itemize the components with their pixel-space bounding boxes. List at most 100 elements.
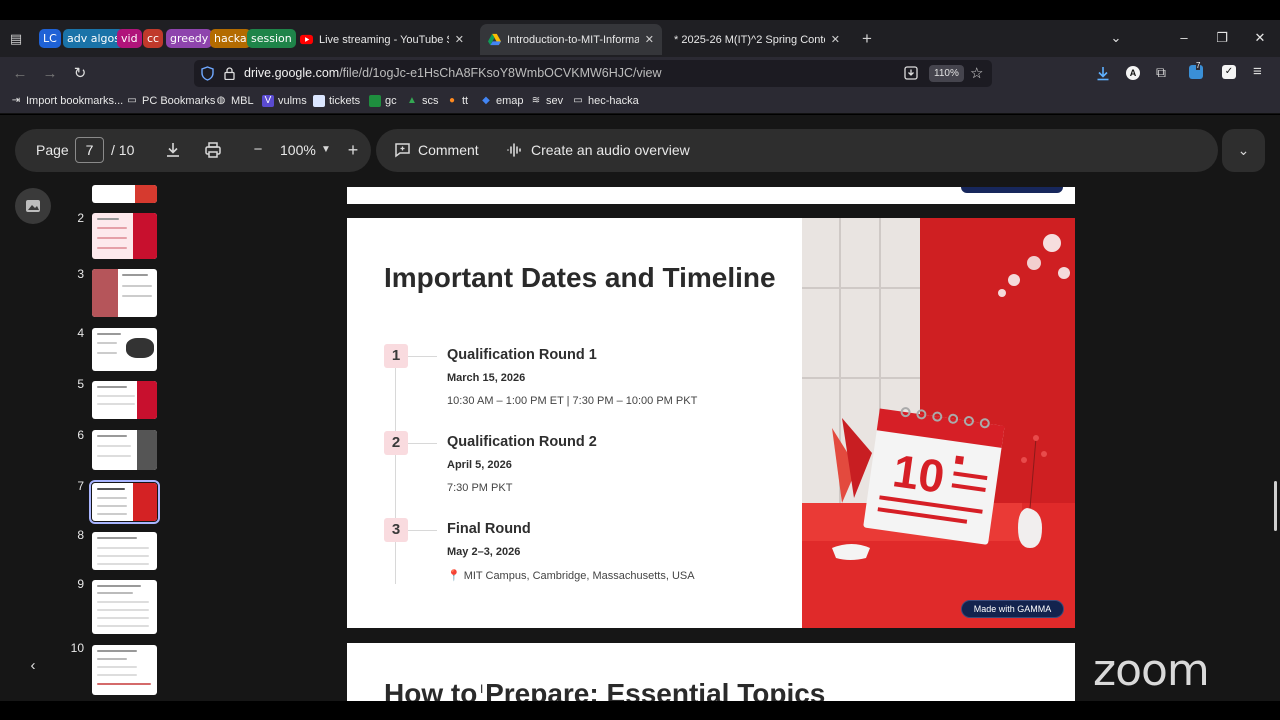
menu-icon[interactable]: ≡ [1253, 63, 1262, 80]
zoom-dropdown-icon[interactable]: ▼ [316, 140, 336, 160]
bookmark-tt[interactable]: ● tt [446, 95, 468, 107]
tab-group-vid[interactable]: vid [117, 29, 142, 48]
download-icon[interactable] [163, 140, 183, 160]
thumbnail-line [97, 547, 149, 549]
slide-thumbnail-8[interactable] [92, 532, 157, 570]
audio-overview-button[interactable]: Create an audio overview [531, 142, 690, 158]
close-tab-icon[interactable]: ✕ [455, 33, 464, 46]
bookmark-mbl[interactable]: ◍ MBL [215, 95, 254, 107]
thumbnail-line [97, 666, 137, 668]
print-icon[interactable] [203, 140, 223, 160]
profile-avatar[interactable]: A [1126, 66, 1140, 80]
bookmark-emap[interactable]: ◆ emap [480, 95, 523, 107]
close-tab-icon[interactable]: ✕ [831, 33, 840, 46]
slide-thumbnail-1[interactable] [92, 185, 157, 203]
location-pin-icon: 📍 [447, 570, 461, 582]
slide-thumbnail-6[interactable] [92, 430, 157, 470]
scrollbar-thumb[interactable] [1274, 481, 1277, 531]
downloads-icon[interactable] [1096, 66, 1110, 81]
image-thumbnail-button[interactable] [15, 188, 51, 224]
slide-thumbnail-7[interactable] [89, 480, 160, 524]
tab-group-hacka[interactable]: hacka [210, 29, 251, 48]
minimize-icon[interactable]: – [1174, 28, 1194, 48]
bookmark-sev[interactable]: ≋ sev [530, 95, 563, 107]
slide-thumbnail-3[interactable] [92, 269, 157, 317]
thumbnail-line [97, 617, 149, 619]
zoom-value[interactable]: 100% [280, 142, 316, 158]
thumbnail-line [122, 295, 152, 297]
thumbnail-number: 4 [77, 326, 84, 340]
new-tab-icon[interactable]: + [858, 30, 876, 48]
thumbnail-line [97, 455, 131, 457]
tab-title: Live streaming - YouTube Studio [319, 33, 449, 46]
bookmark-scs[interactable]: ▲ scs [406, 95, 438, 107]
zoom-out-icon[interactable]: − [248, 140, 268, 160]
extension-badge: 7 [1196, 61, 1201, 70]
comment-button[interactable]: Comment [418, 142, 479, 158]
tab-spring-contest[interactable]: * 2025-26 M(IT)^2 Spring Contest P ✕ [666, 24, 848, 55]
tab-group-session[interactable]: session [247, 29, 296, 48]
lock-icon[interactable] [224, 67, 235, 80]
step-number: 1 [384, 344, 408, 368]
thumbnail-line [97, 601, 149, 603]
thumbnail-image [137, 430, 157, 470]
thumbnail-image [137, 381, 157, 419]
bookmark-star-icon[interactable]: ☆ [970, 64, 983, 82]
comment-icon[interactable] [394, 142, 411, 158]
bookmark-vulms[interactable]: Vvulms [262, 95, 307, 107]
extensions-icon[interactable]: ⧉ [1156, 64, 1166, 81]
slide-thumbnail-4[interactable] [92, 328, 157, 371]
tab-group-lc[interactable]: LC [39, 29, 61, 48]
shield-icon[interactable] [201, 66, 214, 81]
bookmark-gc[interactable]: gc [369, 95, 397, 107]
thumbnail-number: 3 [77, 267, 84, 281]
tab-group-cc[interactable]: cc [143, 29, 164, 48]
thumbnail-line [97, 683, 151, 685]
restore-icon[interactable]: ❐ [1212, 28, 1232, 48]
tab-group-adv-algos[interactable]: adv algos [63, 29, 124, 48]
tab-list-icon[interactable]: ▤ [7, 30, 25, 48]
next-slide: How to Prepare: Essential Topics [347, 643, 1075, 701]
bookmark-tickets[interactable]: tickets [313, 95, 360, 107]
slide-thumbnail-5[interactable] [92, 381, 157, 419]
thumbnail-number: 6 [77, 428, 84, 442]
close-window-icon[interactable]: ✕ [1250, 28, 1270, 48]
thumbnail-line [122, 274, 148, 276]
thumbnail-line [97, 674, 137, 676]
zoom-level-badge[interactable]: 110% [929, 65, 964, 82]
url-text[interactable]: drive.google.com/file/d/1ogJc-e1HsChA8FK… [244, 66, 662, 80]
save-page-icon[interactable] [904, 66, 918, 80]
slide-thumbnail-9[interactable] [92, 580, 157, 634]
timeline-connector [408, 530, 437, 531]
thumbnail-image [135, 185, 157, 203]
tab-youtube-studio[interactable]: Live streaming - YouTube Studio ✕ [292, 24, 472, 55]
bookmark-pc-bookmarks[interactable]: ▭ PC Bookmarks [126, 95, 215, 107]
slide-thumbnail-10[interactable] [92, 645, 157, 695]
gamma-badge-partial [961, 187, 1063, 193]
page-number-input[interactable]: 7 [75, 137, 104, 163]
tab-group-greedy[interactable]: greedy [166, 29, 213, 48]
audio-wave-icon[interactable] [506, 142, 523, 158]
forward-icon[interactable]: → [40, 64, 60, 84]
collapse-sidebar-icon[interactable]: ‹ [22, 655, 44, 677]
tool-extension-icon[interactable]: ✓ [1222, 65, 1236, 79]
bookmark-import[interactable]: ⇥ Import bookmarks... [10, 95, 123, 107]
bookmark-label: vulms [278, 95, 307, 107]
desk-calendar: 10 [863, 407, 1005, 545]
chevron-down-icon[interactable]: ⌄ [1222, 129, 1265, 172]
list-all-tabs-icon[interactable]: ⌄ [1106, 28, 1126, 48]
close-tab-icon[interactable]: ✕ [645, 33, 654, 46]
bookmark-label: sev [546, 95, 564, 107]
youtube-icon [300, 34, 313, 45]
zoom-in-icon[interactable]: + [343, 140, 363, 160]
tab-introduction-mit[interactable]: Introduction-to-MIT-Informatics ✕ [480, 24, 662, 55]
made-with-gamma-badge[interactable]: Made with GAMMA [961, 600, 1064, 618]
address-bar[interactable]: drive.google.com/file/d/1ogJc-e1HsChA8FK… [194, 60, 992, 87]
thumbnail-line [97, 247, 127, 249]
thumbnail-number: 9 [77, 577, 84, 591]
map-icon: ◆ [482, 95, 490, 106]
slide-thumbnail-2[interactable] [92, 213, 157, 259]
back-icon[interactable]: ← [10, 64, 30, 84]
reload-icon[interactable]: ↻ [70, 64, 90, 84]
bookmark-hec-hacka[interactable]: ▭ hec-hacka [572, 95, 639, 107]
